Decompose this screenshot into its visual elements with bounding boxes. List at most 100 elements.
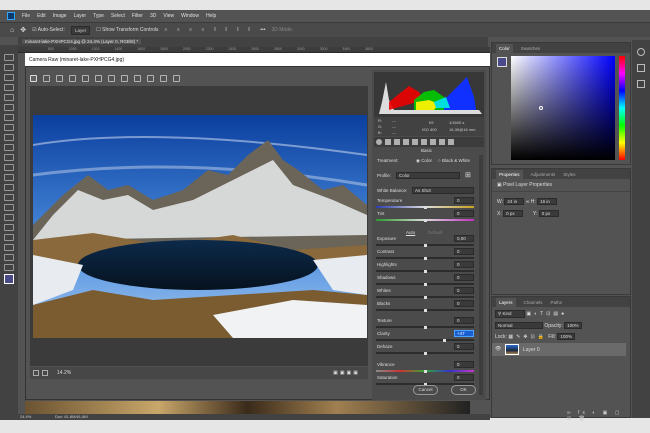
slider-track-clarity[interactable] <box>376 339 474 341</box>
crop-icon[interactable] <box>95 74 102 82</box>
menu-filter[interactable]: Filter <box>132 13 143 19</box>
profile-browser-icon[interactable]: ⊞ <box>465 171 471 179</box>
cancel-button[interactable]: Cancel <box>413 385 438 395</box>
gradient-tool-icon[interactable] <box>4 174 14 181</box>
dodge-tool-icon[interactable] <box>4 194 14 201</box>
slider-value-whites[interactable]: 0 <box>454 287 474 294</box>
hand-icon[interactable] <box>43 74 50 82</box>
menu-edit[interactable]: Edit <box>37 13 46 19</box>
menu-select[interactable]: Select <box>111 13 125 19</box>
slider-value-highlights[interactable]: 0 <box>454 261 474 268</box>
tone-curve-tab-icon[interactable] <box>385 139 391 145</box>
basic-tab-icon[interactable] <box>376 139 382 145</box>
crop-tool-icon[interactable] <box>4 94 14 101</box>
fill-field[interactable]: 100% <box>557 333 575 340</box>
ok-button[interactable]: OK <box>451 385 476 395</box>
link-icon[interactable]: ∞ <box>526 199 530 205</box>
more-tools-icon[interactable] <box>4 264 14 271</box>
zoom-tool-icon[interactable] <box>4 254 14 261</box>
layer-name[interactable]: Layer 0 <box>523 347 540 353</box>
treatment-bw-radio[interactable]: ○ Black & White <box>438 158 470 163</box>
eraser-tool-icon[interactable] <box>4 164 14 171</box>
targeted-adjustment-icon[interactable] <box>82 74 89 82</box>
slider-value-shadows[interactable]: 0 <box>454 274 474 281</box>
menu-type[interactable]: Type <box>93 13 104 19</box>
color-picker-cursor[interactable] <box>539 106 543 110</box>
menu-window[interactable]: Window <box>181 13 199 19</box>
align-icons[interactable]: ≡ ≡ ≡ ≡ ‖ ‖ ‖ ‖ <box>165 27 255 33</box>
slider-thumb-clarity[interactable] <box>443 339 447 342</box>
clone-stamp-icon[interactable] <box>4 144 14 151</box>
tab-color[interactable]: Color <box>496 43 513 53</box>
brush-tool-icon[interactable] <box>4 134 14 141</box>
tab-paths[interactable]: Paths <box>551 300 563 305</box>
adjustment-brush-icon[interactable] <box>147 74 154 82</box>
slider-thumb-texture[interactable] <box>423 326 427 329</box>
path-selection-icon[interactable] <box>4 224 14 231</box>
move-tool-icon[interactable] <box>4 54 14 61</box>
zoom-in-button[interactable] <box>42 370 48 376</box>
foreground-background-swatch[interactable] <box>4 274 14 284</box>
color-sampler-icon[interactable] <box>69 74 76 82</box>
slider-thumb-contrast[interactable] <box>423 257 427 260</box>
slider-value-vibrance[interactable]: 0 <box>454 361 474 368</box>
layer-filter-icons[interactable]: ▣◐T⊡▤● <box>526 311 567 317</box>
slider-value-saturation[interactable]: 0 <box>454 374 474 381</box>
slider-value-texture[interactable]: 0 <box>454 317 474 324</box>
shape-tool-icon[interactable] <box>4 234 14 241</box>
panel-scrollbar[interactable] <box>479 155 483 395</box>
lock-icons[interactable]: ▦✎✥⊡🔒 <box>508 334 547 340</box>
tab-channels[interactable]: Channels <box>524 300 543 305</box>
marquee-tool-icon[interactable] <box>4 64 14 71</box>
tab-styles[interactable]: Styles <box>563 172 575 177</box>
slider-value-blacks[interactable]: 0 <box>454 300 474 307</box>
type-tool-icon[interactable] <box>4 214 14 221</box>
hsl-tab-icon[interactable] <box>403 139 409 145</box>
adjustments-icon[interactable] <box>637 80 645 88</box>
slider-thumb-tint[interactable] <box>423 219 427 222</box>
opacity-field[interactable]: 100% <box>564 322 582 329</box>
slider-thumb-blacks[interactable] <box>423 309 427 312</box>
graduated-filter-icon[interactable] <box>160 74 167 82</box>
y-field[interactable]: 0 px <box>538 210 559 217</box>
menu-view[interactable]: View <box>163 13 174 19</box>
tab-layers[interactable]: Layers <box>496 297 516 307</box>
slider-thumb-shadows[interactable] <box>423 283 427 286</box>
frame-tool-icon[interactable] <box>4 104 14 111</box>
status-zoom[interactable]: 24.4% <box>20 414 31 419</box>
slider-value-contrast[interactable]: 0 <box>454 248 474 255</box>
menu-help[interactable]: Help <box>206 13 216 19</box>
auto-select-checkbox[interactable]: ☑ Auto-Select: <box>32 27 65 33</box>
x-field[interactable]: 0 px <box>503 210 524 217</box>
slider-value-temperature[interactable]: 0 <box>454 197 474 204</box>
presets-tab-icon[interactable] <box>448 139 454 145</box>
color-picker-field[interactable] <box>511 56 615 160</box>
hand-tool-icon[interactable] <box>4 244 14 251</box>
foreground-color-swatch[interactable] <box>497 57 507 67</box>
magic-wand-tool-icon[interactable] <box>4 84 14 91</box>
layer-select-dropdown[interactable]: Layer <box>70 25 91 35</box>
blur-tool-icon[interactable] <box>4 184 14 191</box>
menu-image[interactable]: Image <box>53 13 67 19</box>
slider-thumb-vibrance[interactable] <box>423 370 427 373</box>
slider-value-exposure[interactable]: 0,00 <box>454 235 474 242</box>
menu-3d[interactable]: 3D <box>150 13 156 19</box>
zoom-level[interactable]: 14.2% <box>57 370 71 376</box>
profile-dropdown[interactable]: Color <box>396 172 460 179</box>
straighten-icon[interactable] <box>108 74 115 82</box>
default-button[interactable]: Default <box>428 230 442 235</box>
tab-swatches[interactable]: Swatches <box>521 46 541 51</box>
document-tab[interactable]: minaret-lake-PXHPCG4.jpg @ 24,4% (Layer … <box>22 39 142 44</box>
menu-file[interactable]: File <box>22 13 30 19</box>
height-field[interactable]: 16 in <box>537 198 558 205</box>
detail-tab-icon[interactable] <box>394 139 400 145</box>
treatment-color-radio[interactable]: ◉ Color <box>416 158 432 164</box>
kind-filter-dropdown[interactable]: ⚲ Kind <box>495 310 525 318</box>
history-brush-icon[interactable] <box>4 154 14 161</box>
preview-photo[interactable] <box>33 115 367 338</box>
slider-thumb-highlights[interactable] <box>423 270 427 273</box>
slider-value-tint[interactable]: 0 <box>454 210 474 217</box>
menu-layer[interactable]: Layer <box>74 13 87 19</box>
blend-mode-dropdown[interactable]: Normal <box>495 322 543 329</box>
slider-value-dehaze[interactable]: 0 <box>454 343 474 350</box>
